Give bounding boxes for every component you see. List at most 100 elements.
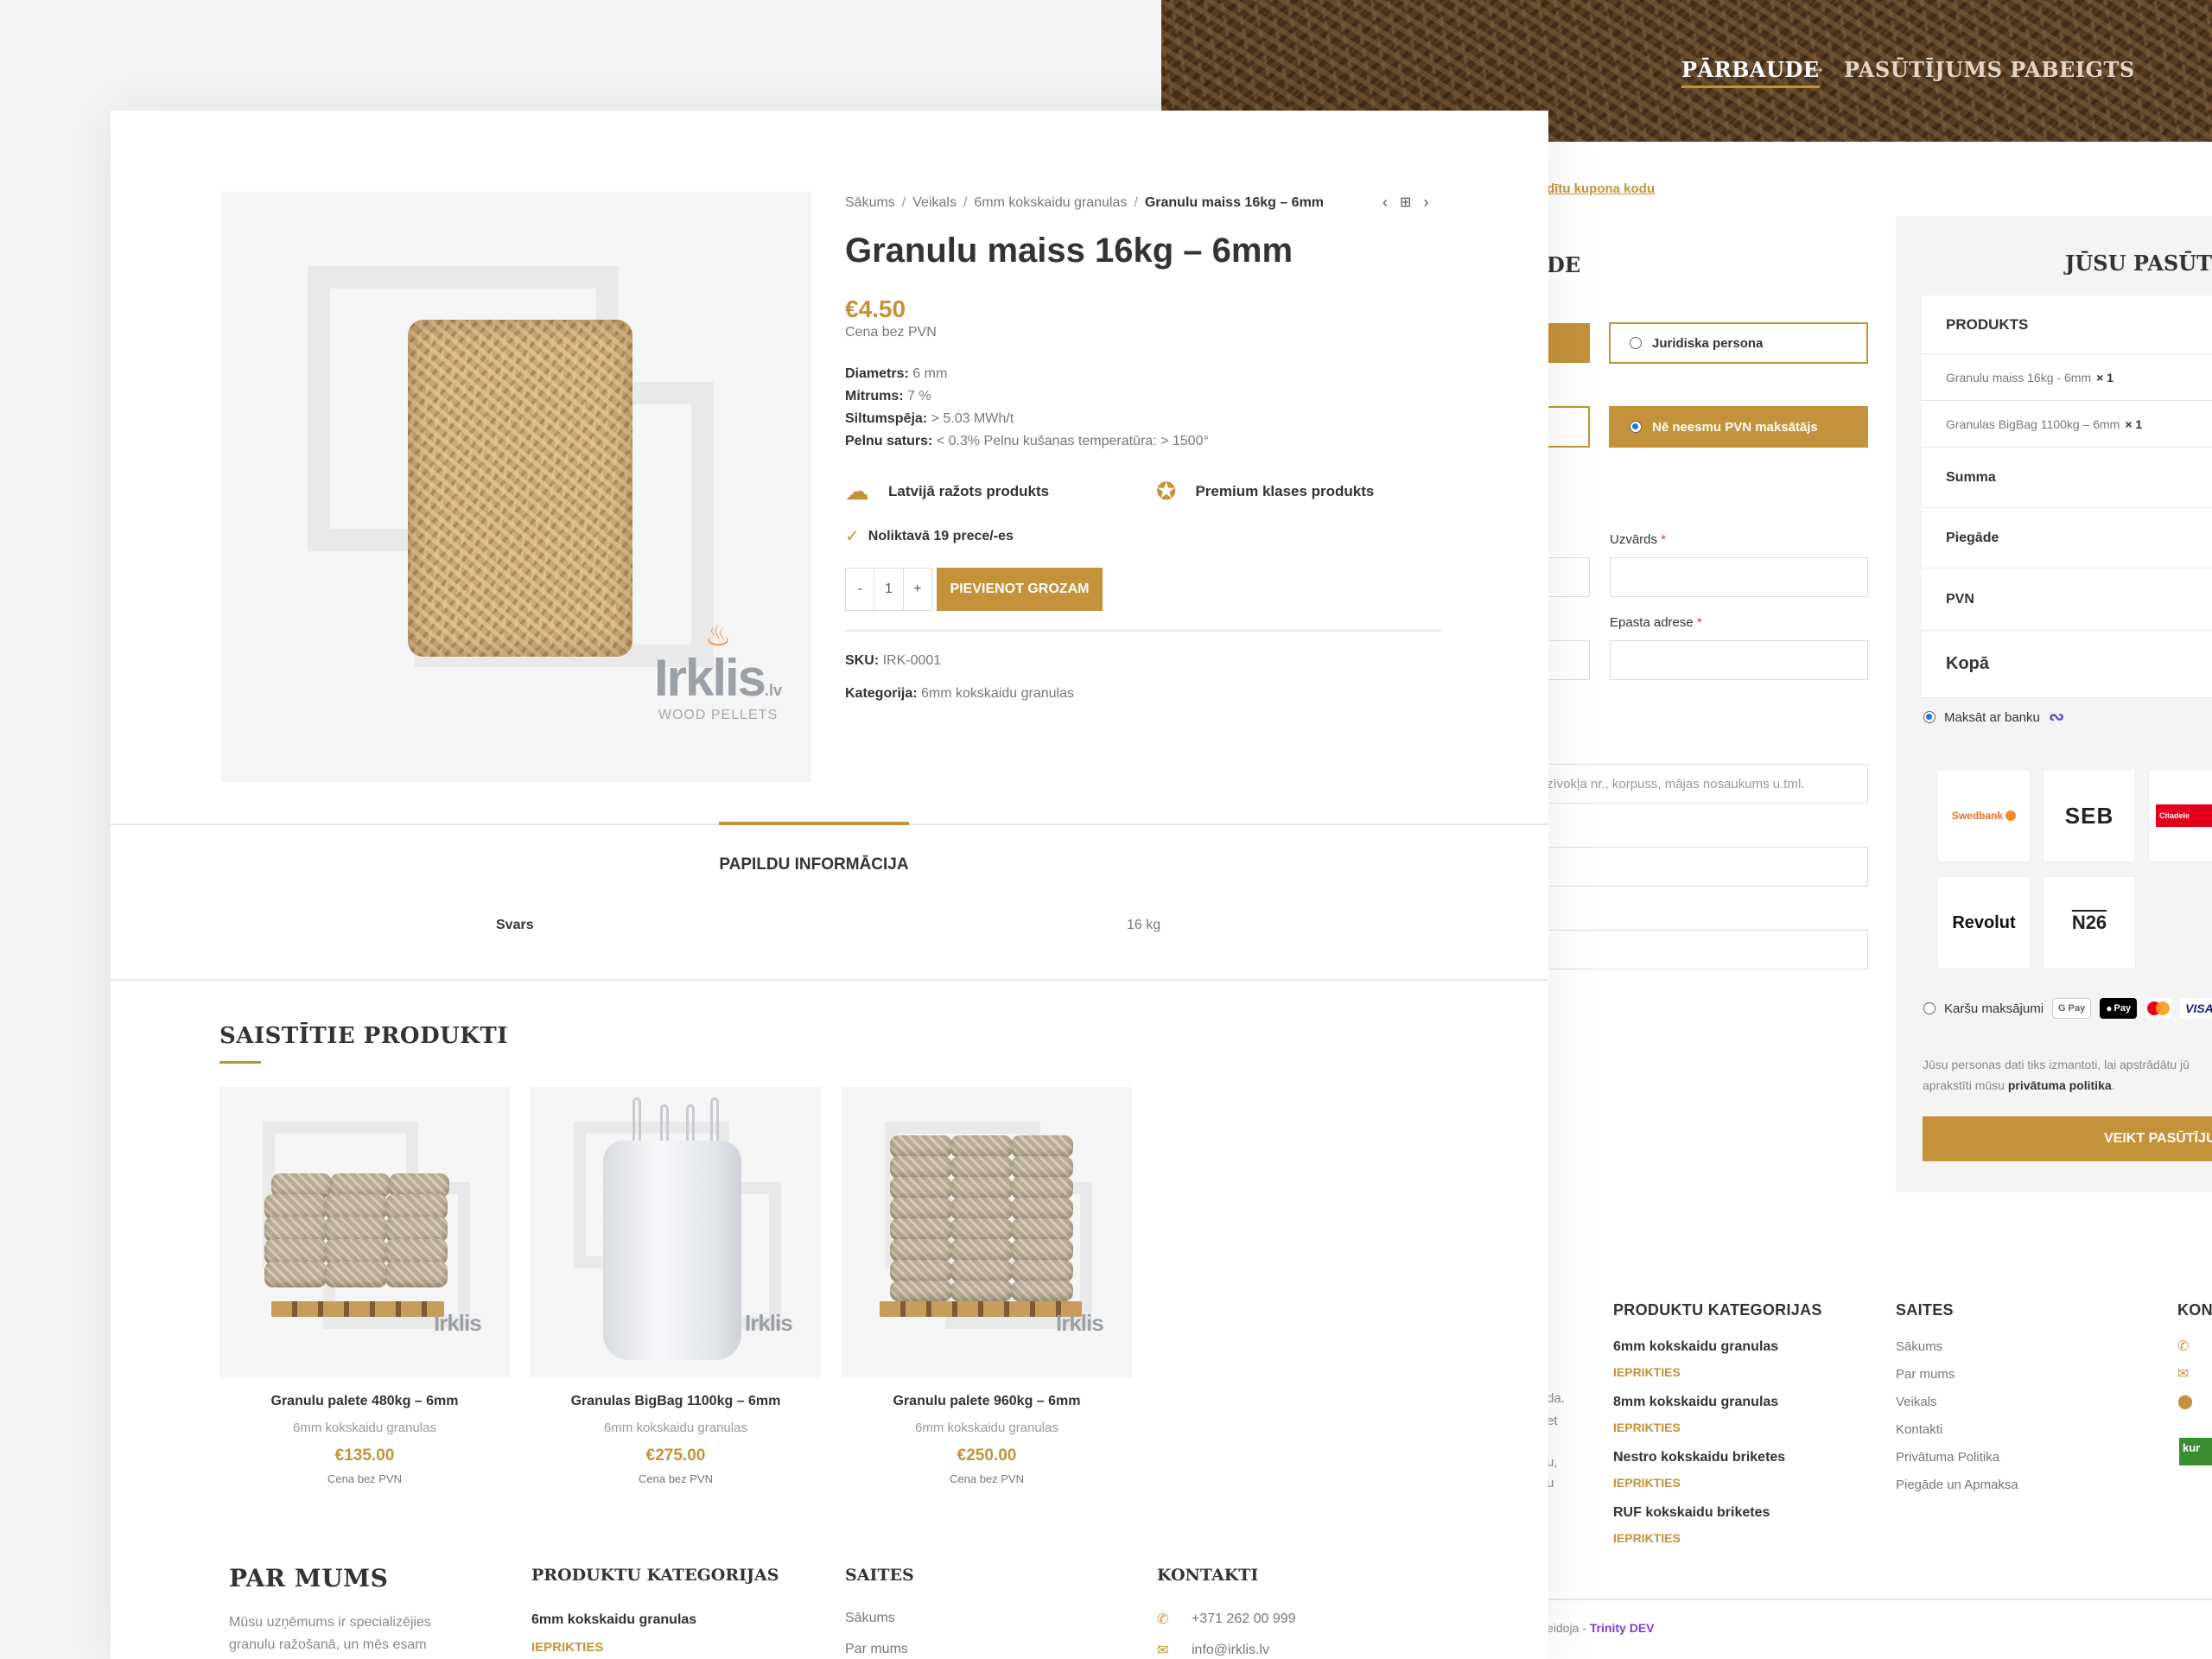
email-label: Epasta adrese * <box>1610 615 1702 630</box>
product-nav: ‹ ⊞ › <box>1382 194 1428 212</box>
footer-category-link[interactable]: 8mm kokskaidu granulas <box>1613 1395 1778 1410</box>
bank-n26[interactable]: N26 <box>2043 876 2136 969</box>
add-to-cart-button[interactable]: PIEVIENOT GROZAM <box>937 568 1103 611</box>
postcode-field[interactable] <box>1547 930 1868 969</box>
divider <box>845 630 1441 632</box>
address2-placeholder: zīvokļa nr., korpuss, mājas nosaukums u.… <box>1547 776 1805 791</box>
visa-icon: VISA <box>2180 998 2212 1019</box>
order-shipping-row: Piegāde <box>1922 508 2212 569</box>
breadcrumb-link[interactable]: Sākums <box>845 195 895 210</box>
location-icon: ⬤ <box>2177 1395 2193 1409</box>
bank-citadele[interactable]: Citadele <box>2148 769 2212 862</box>
footer-link[interactable]: Veikals <box>1896 1395 1937 1409</box>
footer-category-link[interactable]: RUF kokskaidu briketes <box>1613 1505 1770 1521</box>
quantity-plus-button[interactable]: + <box>904 569 931 610</box>
footer-link[interactable]: Privātuma Politika <box>1896 1450 1999 1465</box>
footer-link[interactable]: Par mums <box>845 1642 908 1657</box>
order-review-title: JŪSU PASŪTĪJ <box>2065 251 2212 276</box>
legal-person-option[interactable]: Juridiska persona <box>1609 322 1868 364</box>
product-price: €4.50 <box>845 296 906 322</box>
footer-link[interactable]: Sākums <box>845 1611 895 1626</box>
footer-link[interactable]: Sākums <box>1896 1339 1942 1354</box>
phone-field[interactable] <box>1547 640 1590 680</box>
quantity-stepper: - 1 + <box>845 568 932 611</box>
footer-about-text: Mūsu uzņēmums ir specializējies <box>229 1615 431 1630</box>
footer-category-badge: IEPRIKTIES <box>1613 1531 1681 1545</box>
arrow-right-icon: → <box>1806 55 1827 79</box>
related-product-category: 6mm kokskaidu granulas <box>293 1421 436 1435</box>
radio-selected-icon <box>1923 711 1936 723</box>
related-product-name[interactable]: Granulas BigBag 1100kg – 6mm <box>531 1394 821 1409</box>
email-field[interactable] <box>1610 640 1868 680</box>
attribute-ash: Pelnu saturs: < 0.3% Pelnu kušanas tempe… <box>845 434 1209 448</box>
checkout-footer-categories-heading: PRODUKTU KATEGORIJAS <box>1613 1301 1822 1319</box>
city-field[interactable] <box>1547 847 1868 887</box>
section-divider <box>111 979 1548 981</box>
category-link[interactable]: 6mm kokskaidu granulas <box>921 686 1074 701</box>
bank-seb[interactable]: SEB <box>2043 769 2136 862</box>
footer-category-link[interactable]: 6mm kokskaidu granulas <box>1613 1339 1778 1355</box>
credit-link[interactable]: Trinity DEV <box>1590 1621 1655 1635</box>
check-icon: ✓ <box>845 527 860 546</box>
address2-field[interactable]: zīvokļa nr., korpuss, mājas nosaukums u.… <box>1547 764 1868 804</box>
product-image[interactable]: ♨ Irklis.lv WOOD PELLETS <box>221 192 811 782</box>
footer-category-link[interactable]: 6mm kokskaidu granulas <box>531 1612 696 1628</box>
title-underline <box>219 1061 261 1064</box>
radio-icon <box>1630 337 1642 349</box>
footer-link[interactable]: Kontakti <box>1896 1422 1942 1437</box>
vat-payer-option[interactable] <box>1547 406 1590 448</box>
attribute-heat-value: Siltumspēja: > 5.03 MWh/t <box>845 411 1014 426</box>
first-name-field[interactable] <box>1547 557 1590 597</box>
chevron-left-icon[interactable]: ‹ <box>1382 194 1388 212</box>
order-table: PRODUKTS Granulu maiss 16kg - 6mm × 1 Gra… <box>1922 296 2212 698</box>
irklis-logo: Irklis <box>745 1310 793 1336</box>
not-vat-payer-option[interactable]: Nē neesmu PVN maksātājs <box>1609 406 1868 448</box>
related-product-image[interactable]: Irklis <box>219 1087 510 1377</box>
order-vat-row: PVN <box>1922 569 2212 631</box>
quantity-input[interactable]: 1 <box>874 569 904 610</box>
radio-icon <box>1923 1002 1936 1014</box>
kurpirkt-badge[interactable]: kur <box>2179 1438 2212 1465</box>
email-icon: ✉ <box>2177 1367 2190 1382</box>
footer-link[interactable]: Par mums <box>1896 1367 1955 1382</box>
grid-icon[interactable]: ⊞ <box>1400 194 1411 212</box>
checkout-step-current[interactable]: PĀRBAUDE <box>1681 57 1820 88</box>
credit-text: eidoja - Trinity DEV <box>1547 1621 1655 1635</box>
related-product-image[interactable]: Irklis <box>531 1087 821 1377</box>
related-product-price: €250.00 <box>957 1446 1017 1465</box>
footer-divider <box>1547 1599 2212 1600</box>
irklis-logo: ♨ Irklis.lv WOOD PELLETS <box>653 620 783 722</box>
bank-swedbank[interactable]: Swedbank <box>1937 769 2031 862</box>
related-product-image[interactable]: Irklis <box>842 1087 1132 1377</box>
footer-category-link[interactable]: Nestro kokskaidu briketes <box>1613 1450 1785 1465</box>
related-product-name[interactable]: Granulu palete 480kg – 6mm <box>219 1394 510 1409</box>
privacy-policy-link[interactable]: privātuma politika <box>2008 1078 2112 1092</box>
breadcrumb-link[interactable]: Veikals <box>912 195 957 210</box>
legal-person-label: Juridiska persona <box>1652 335 1764 351</box>
tab-additional-info[interactable]: PAPILDU INFORMĀCIJA <box>719 855 909 874</box>
last-name-field[interactable] <box>1610 557 1868 597</box>
related-product-price: €275.00 <box>645 1446 706 1465</box>
card-payment-option[interactable]: Karšu maksājumi G Pay ● Pay VISA <box>1923 998 2212 1019</box>
footer-category-badge: IEPRIKTIES <box>1613 1476 1681 1490</box>
related-product-name[interactable]: Granulu palete 960kg – 6mm <box>842 1394 1132 1409</box>
product-category: Kategorija: 6mm kokskaidu granulas <box>845 686 1074 701</box>
footer-email[interactable]: ✉ info@irklis.lv <box>1157 1642 1269 1659</box>
footer-category-badge: IEPRIKTIES <box>1613 1365 1681 1379</box>
email-icon: ✉ <box>1157 1643 1169 1658</box>
radio-selected-icon <box>1630 421 1642 433</box>
related-products-title: SAISTĪTIE PRODUKTI <box>219 1023 508 1049</box>
private-person-option[interactable] <box>1547 323 1590 363</box>
last-name-label: Uzvārds * <box>1610 532 1667 547</box>
bank-payment-option[interactable]: Maksāt ar banku ∾ <box>1923 706 2064 728</box>
chevron-right-icon[interactable]: › <box>1423 194 1428 212</box>
place-order-button[interactable]: VEIKT PASŪTĪJUM <box>1923 1116 2212 1161</box>
footer-phone[interactable]: ✆ +371 262 00 999 <box>1157 1611 1296 1628</box>
breadcrumb-link[interactable]: 6mm kokskaidu granulas <box>974 195 1127 210</box>
coupon-link[interactable]: dītu kupona kodu <box>1547 181 1655 196</box>
footer-link[interactable]: Piegāde un Apmaksa <box>1896 1478 2018 1492</box>
related-product-price-note: Cena bez PVN <box>950 1472 1024 1485</box>
feature-made-in-latvia: ☁ Latvijā ražots produkts <box>845 478 1050 505</box>
bank-revolut[interactable]: Revolut <box>1937 876 2031 969</box>
quantity-minus-button[interactable]: - <box>846 569 875 610</box>
